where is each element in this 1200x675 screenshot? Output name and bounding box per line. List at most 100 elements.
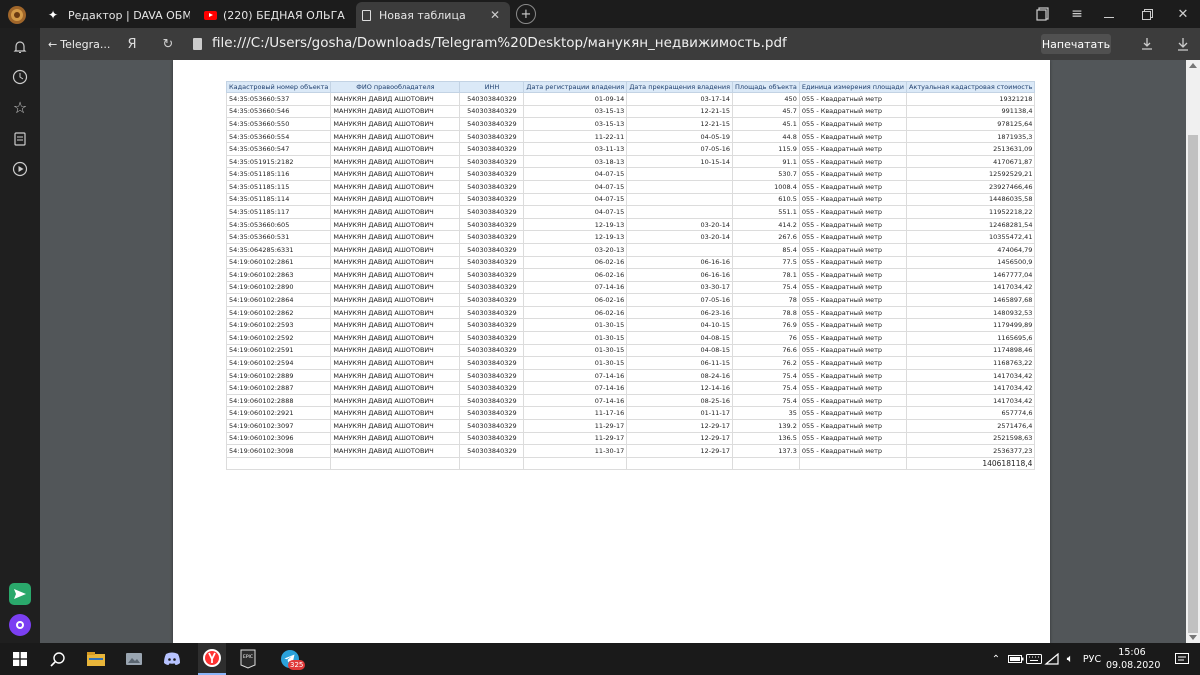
column-header: ФИО правообладателя — [330, 81, 461, 93]
downloads-icon[interactable] — [1138, 35, 1156, 53]
area-unit-cell: 055 - Квадратный метр — [798, 167, 907, 182]
tab-editor[interactable]: ✦ Редактор | DAVA ОБМАНЦ — [40, 2, 192, 28]
registration-date-cell: 01-30-15 — [523, 331, 628, 345]
yandex-button[interactable]: Я — [124, 35, 140, 53]
alice-icon[interactable] — [9, 614, 31, 636]
area-unit-cell: 055 - Квадратный метр — [798, 381, 907, 395]
collections-icon[interactable] — [1034, 5, 1052, 23]
refresh-icon[interactable]: ↻ — [160, 35, 176, 53]
browser-logo-icon[interactable] — [6, 4, 28, 26]
star-icon[interactable]: ☆ — [9, 96, 31, 118]
table-row: 54:19:060102:3097 МАНУКЯН ДАВИД АШОТОВИЧ 5… — [225, 419, 1036, 433]
back-button[interactable]: ← Telegra... — [48, 35, 110, 53]
cadastral-value-cell: 11952218,22 — [905, 205, 1036, 219]
area-unit-cell: 055 - Квадратный метр — [798, 268, 907, 282]
scroll-down-icon[interactable] — [1189, 635, 1197, 640]
send-icon[interactable] — [9, 583, 31, 605]
area-unit-cell: 055 - Квадратный метр — [798, 142, 907, 156]
cadastral-value-cell: 1465897,68 — [905, 293, 1036, 307]
column-header: Единица измерения площади — [798, 81, 907, 93]
owner-name-cell: МАНУКЯН ДАВИД АШОТОВИЧ — [330, 381, 461, 395]
cadastral-number-cell: 54:19:060102:2889 — [225, 368, 332, 383]
windows-start-icon[interactable] — [8, 647, 32, 671]
photos-icon[interactable] — [122, 647, 146, 671]
download-arrow-icon[interactable] — [1174, 35, 1192, 53]
table-row: 54:19:060102:2890 МАНУКЯН ДАВИД АШОТОВИЧ 5… — [225, 280, 1036, 295]
table-row: 54:19:060102:2888 МАНУКЯН ДАВИД АШОТОВИЧ 5… — [225, 393, 1036, 408]
telegram-icon[interactable]: 325 — [278, 647, 306, 671]
epic-games-icon[interactable]: EPIC — [236, 647, 260, 671]
close-window-icon[interactable]: ✕ — [1174, 5, 1192, 23]
inn-cell: 540303840329 — [459, 205, 525, 219]
table-row: 54:35:051185:114 МАНУКЯН ДАВИД АШОТОВИЧ 54… — [225, 192, 1036, 207]
owner-name-cell: МАНУКЯН ДАВИД АШОТОВИЧ — [330, 167, 461, 182]
print-button[interactable]: Напечатать — [1041, 34, 1111, 54]
area-cell: 91.1 — [732, 154, 800, 169]
table-row: 54:35:051185:116 МАНУКЯН ДАВИД АШОТОВИЧ 54… — [225, 167, 1036, 182]
inn-cell: 540303840329 — [459, 268, 525, 282]
search-icon[interactable] — [46, 647, 70, 671]
minimize-icon[interactable] — [1100, 5, 1118, 23]
area-cell: 136.5 — [732, 431, 800, 446]
bell-icon[interactable] — [9, 36, 31, 58]
cadastral-number-cell: 54:35:064285:6331 — [225, 242, 332, 257]
document-icon — [362, 9, 371, 21]
area-cell: 44.8 — [732, 129, 800, 144]
cadastral-number-cell: 54:19:060102:3097 — [225, 419, 332, 433]
area-unit-cell: 055 - Квадратный метр — [798, 230, 907, 244]
cadastral-number-cell: 54:19:060102:3096 — [225, 431, 332, 446]
owner-name-cell: МАНУКЯН ДАВИД АШОТОВИЧ — [330, 154, 461, 169]
table-row: 54:35:053660:550 МАНУКЯН ДАВИД АШОТОВИЧ 54… — [225, 117, 1036, 131]
vertical-scrollbar[interactable] — [1186, 60, 1200, 643]
notifications-icon[interactable] — [1170, 647, 1194, 671]
play-icon[interactable] — [9, 158, 31, 180]
restore-icon[interactable] — [1138, 5, 1156, 23]
registration-date-cell: 12-19-13 — [523, 230, 628, 244]
inn-cell: 540303840329 — [459, 444, 525, 458]
pdf-viewer: Кадастровый номер объекта ФИО правооблада… — [40, 60, 1186, 643]
table-row: 54:35:051185:117 МАНУКЯН ДАВИД АШОТОВИЧ 54… — [225, 205, 1036, 219]
url-text[interactable]: file:///C:/Users/gosha/Downloads/Telegra… — [212, 35, 787, 51]
end-date-cell — [626, 167, 734, 182]
scrollbar-thumb[interactable] — [1188, 135, 1198, 633]
tab-youtube[interactable]: (220) БЕДНАЯ ОЛЬГА БУЗ — [196, 2, 354, 28]
svg-text:EPIC: EPIC — [243, 654, 253, 660]
area-cell: 76.6 — [732, 343, 800, 358]
end-date-cell: 06-16-16 — [626, 268, 734, 282]
owner-name-cell: МАНУКЯН ДАВИД АШОТОВИЧ — [330, 180, 461, 194]
owner-name-cell: МАНУКЯН ДАВИД АШОТОВИЧ — [330, 293, 461, 307]
column-header: Дата прекращения владения — [626, 81, 734, 93]
cadastral-number-cell: 54:19:060102:2594 — [225, 356, 332, 370]
arrow-left-icon: ← — [48, 37, 58, 51]
area-cell: 551.1 — [732, 205, 800, 219]
table-row: 54:19:060102:2591 МАНУКЯН ДАВИД АШОТОВИЧ 5… — [225, 343, 1036, 358]
registration-date-cell: 06-02-16 — [523, 305, 628, 320]
cadastral-value-cell: 14486035,58 — [905, 192, 1036, 207]
inn-cell: 540303840329 — [459, 406, 525, 421]
file-explorer-icon[interactable] — [84, 647, 108, 671]
clock[interactable]: 15:06 09.08.2020 — [1106, 646, 1161, 672]
date-text: 09.08.2020 — [1106, 660, 1161, 671]
owner-name-cell: МАНУКЯН ДАВИД АШОТОВИЧ — [330, 142, 461, 156]
history-icon[interactable] — [9, 66, 31, 88]
area-cell: 76.9 — [732, 318, 800, 332]
table-row: 54:19:060102:3098 МАНУКЯН ДАВИД АШОТОВИЧ 5… — [225, 444, 1036, 458]
tab-strip: ✦ Редактор | DAVA ОБМАНЦ (220) БЕДНАЯ ОЛ… — [0, 0, 1200, 28]
yandex-browser-icon[interactable] — [198, 643, 226, 675]
language-indicator[interactable]: РУС — [1078, 647, 1106, 671]
discord-icon[interactable] — [160, 647, 184, 671]
area-unit-cell: 055 - Квадратный метр — [798, 419, 907, 433]
inn-cell: 540303840329 — [459, 280, 525, 295]
cadastral-value-cell: 10355472,41 — [905, 230, 1036, 244]
cadastral-number-cell: 54:35:051185:114 — [225, 192, 332, 207]
tab-new-table[interactable]: Новая таблица ✕ — [356, 2, 510, 28]
scroll-up-icon[interactable] — [1189, 63, 1197, 68]
end-date-cell: 07-05-16 — [626, 293, 734, 307]
area-unit-cell: 055 - Квадратный метр — [798, 217, 907, 232]
notes-icon[interactable] — [9, 128, 31, 150]
new-tab-button[interactable]: + — [516, 4, 536, 24]
registration-date-cell: 07-14-16 — [523, 280, 628, 295]
owner-name-cell: МАНУКЯН ДАВИД АШОТОВИЧ — [330, 419, 461, 433]
menu-icon[interactable]: ≡ — [1068, 5, 1086, 23]
close-tab-icon[interactable]: ✕ — [490, 8, 500, 22]
